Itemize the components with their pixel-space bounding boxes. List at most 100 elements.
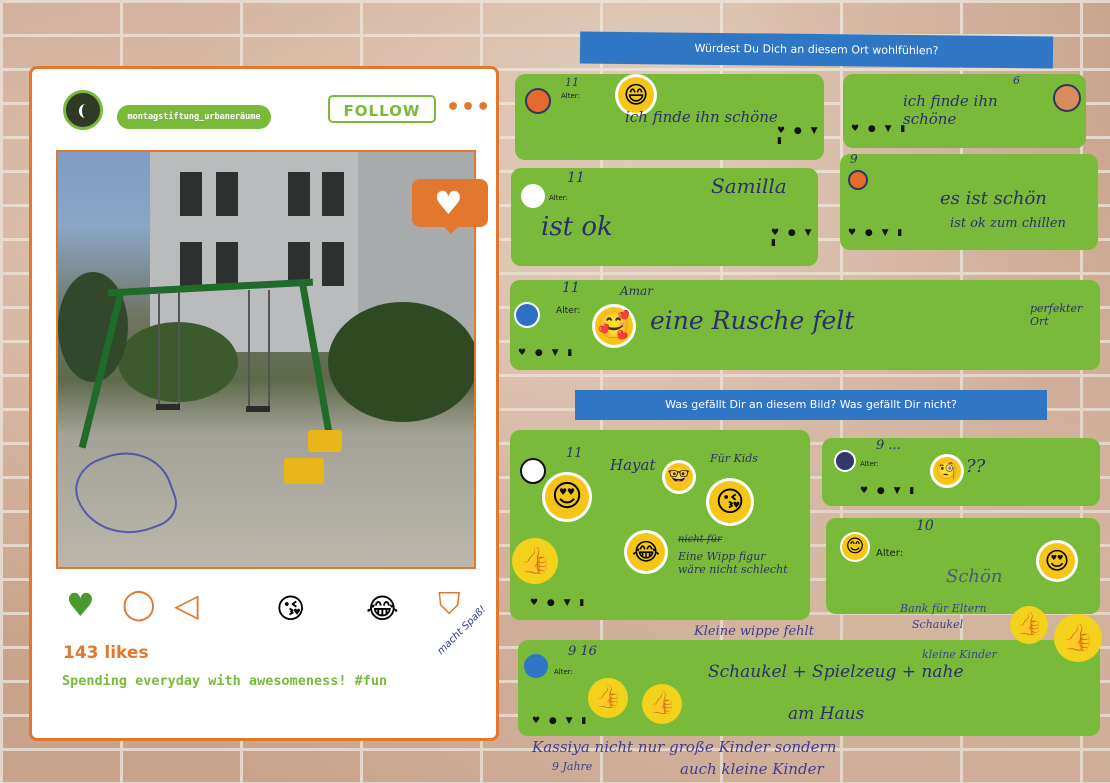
window: [180, 242, 202, 286]
avatar: [520, 458, 546, 484]
comment-text: ich finde ihn schöne: [625, 108, 778, 126]
smiling-hearts-emoji-icon: 🥰: [592, 304, 636, 348]
comment-text: Schön: [946, 566, 1003, 587]
post-caption: Spending everyday with awesomeness! #fun: [62, 673, 388, 689]
comment-text: ??: [966, 456, 986, 477]
swing-chain: [268, 290, 270, 406]
handwritten-note: auch kleine Kinder: [680, 760, 824, 778]
like-notification-badge: ♥: [412, 179, 488, 234]
handwritten-note: Kassiya nicht nur große Kinder sondern: [532, 738, 837, 756]
window: [216, 172, 238, 216]
comment-actions: ♥ ● ▼ ▮: [860, 486, 918, 496]
strike-text: nicht für: [678, 534, 722, 545]
comment-age: 6: [1013, 74, 1020, 87]
handwritten-note: kleine Kinder: [922, 648, 997, 661]
thumbs-up-icon: 👍: [1054, 614, 1102, 662]
bush: [328, 302, 474, 422]
comment-bubble: 9 ... Alter: 🧐 ?? ♥ ● ▼ ▮: [822, 438, 1100, 506]
toy-digger: [284, 458, 324, 484]
swing-seat: [246, 406, 270, 412]
question-header-2: Was gefällt Dir an diesem Bild? Was gefä…: [575, 390, 1047, 420]
comment-text: Eine Wipp figur wäre nicht schlecht: [678, 550, 788, 576]
comment-bubble: 😊 10 Alter: 😍 Schön: [826, 518, 1100, 614]
avatar: [521, 184, 545, 208]
bookmark-icon[interactable]: ⛉: [438, 589, 461, 621]
comment-text-2: perfekter Ort: [1030, 302, 1083, 328]
handwritten-note: Kleine wippe fehlt: [694, 624, 814, 639]
comment-text: Schaukel + Spielzeug + nahe: [708, 662, 964, 682]
comment-actions: ♥ ● ▼ ▮: [530, 598, 588, 608]
avatar: [525, 88, 551, 114]
comment-age: 9: [850, 152, 858, 166]
comment-bubble: 11 Amar Alter: 🥰 eine Rusche felt perfek…: [510, 280, 1100, 370]
username-badge[interactable]: montagstiftung_urbaneräume: [117, 105, 271, 129]
monocle-emoji-icon: 🧐: [930, 454, 964, 488]
kiss-emoji-icon: 😘: [276, 592, 306, 625]
kiss-emoji-icon: 😘: [706, 478, 754, 526]
comment-bubble: 9 es ist schön ist ok zum chillen ♥ ● ▼ …: [840, 152, 1098, 250]
thumbs-up-icon: 👍: [1010, 606, 1048, 644]
heart-eyes-emoji-icon: 😍: [1036, 540, 1078, 582]
window: [216, 242, 238, 286]
alter-label: Alter:: [549, 194, 568, 202]
comment-actions: ♥ ● ▼ ▮: [518, 348, 576, 358]
comment-bubble: 6 ich finde ihn schöne ♥ ● ▼ ▮: [843, 74, 1086, 148]
alter-label: Alter:: [860, 460, 879, 468]
comment-bubble: 11 Hayat Für Kids 🤓 😍 😘 👍 😂 nicht für Ei…: [510, 430, 810, 620]
handwritten-note: Bank für Eltern: [900, 602, 987, 615]
alter-label: Alter:: [561, 92, 580, 100]
window: [322, 172, 344, 216]
heart-eyes-emoji-icon: 😍: [542, 472, 592, 522]
comment-icon[interactable]: ◯: [122, 589, 156, 621]
comment-text-2: am Haus: [788, 704, 865, 724]
comment-actions: ♥ ● ▼ ▮: [848, 228, 906, 238]
comment-text: eine Rusche felt: [650, 306, 855, 335]
thumbs-up-icon: 👍: [512, 538, 558, 584]
comment-bubble: 9 16 Alter: 👍 👍 Schaukel + Spielzeug + n…: [518, 640, 1100, 736]
thumbs-up-icon: 👍: [588, 678, 628, 718]
toy-digger: [308, 430, 342, 452]
send-icon[interactable]: ◁: [174, 589, 199, 621]
comment-text: es ist schön: [940, 188, 1047, 209]
swing-chain: [158, 292, 160, 404]
pen-scribble: [66, 438, 184, 550]
alter-label: Alter:: [556, 306, 581, 316]
comment-bubble: 11 Alter: Samilla ist ok ♥ ● ▼ ▮: [511, 168, 818, 266]
comment-actions: ♥ ● ▼ ▮: [532, 716, 590, 726]
window: [288, 172, 310, 216]
avatar: [514, 302, 540, 328]
heart-icon: ♥: [434, 184, 463, 222]
heart-icon[interactable]: ♥: [66, 589, 95, 621]
handwritten-note: Schaukel: [912, 618, 964, 631]
comment-text-2: ist ok zum chillen: [950, 216, 1066, 231]
alter-label: Alter:: [876, 548, 903, 559]
comment-text: ist ok: [541, 212, 613, 242]
laughing-emoji-icon: 😂: [366, 592, 399, 625]
swing-chain: [178, 292, 180, 404]
comment-age: 11: [565, 76, 579, 89]
swing-chain: [248, 290, 250, 406]
swing-seat: [156, 404, 180, 410]
avatar: [848, 170, 868, 190]
comment-name: Hayat: [610, 456, 656, 474]
follow-button[interactable]: FOLLOW: [328, 95, 436, 123]
window: [180, 172, 202, 216]
more-options-icon[interactable]: •••: [446, 95, 491, 120]
comment-age: 10: [916, 518, 934, 534]
comment-actions: ♥ ● ▼ ▮: [771, 228, 815, 248]
comment-name: Amar: [620, 284, 653, 298]
laughing-emoji-icon: 😂: [624, 530, 668, 574]
comment-actions: ♥ ● ▼ ▮: [851, 124, 909, 134]
window: [322, 242, 344, 286]
profile-avatar[interactable]: [63, 90, 103, 130]
question-header-1: Würdest Du Dich an diesem Ort wohlfühlen…: [579, 31, 1054, 69]
comment-age: 11: [566, 446, 583, 461]
comment-note: Für Kids: [710, 452, 758, 465]
comment-age: 9 16: [568, 644, 597, 659]
comment-age: 11: [562, 280, 580, 296]
avatar: [834, 450, 856, 472]
comment-name: Samilla: [711, 174, 787, 198]
avatar: [524, 654, 548, 678]
thumbs-up-icon: 👍: [642, 684, 682, 724]
comment-text: ich finde ihn schöne: [903, 92, 998, 128]
